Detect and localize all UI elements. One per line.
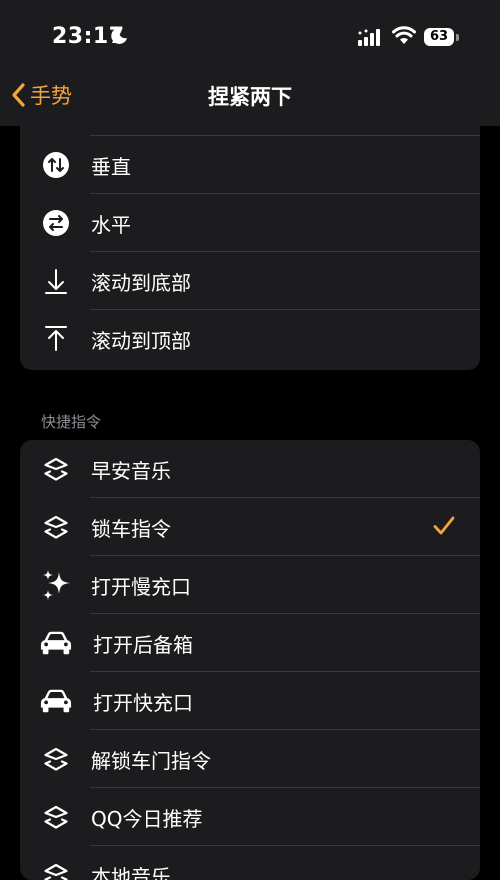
option-vertical[interactable]: 垂直	[20, 136, 480, 194]
shortcut-item-open-fast-charge[interactable]: 打开快充口	[20, 672, 480, 730]
shortcuts-icon	[40, 511, 72, 543]
do-not-disturb-moon-icon	[110, 27, 128, 45]
shortcut-label: 解锁车门指令	[91, 745, 211, 774]
shortcut-item-lock-car[interactable]: 锁车指令	[20, 498, 480, 556]
shortcuts-group: 早安音乐 锁车指令 打开慢充口	[20, 440, 480, 880]
battery-indicator: 63	[424, 28, 454, 46]
shortcut-label: 锁车指令	[91, 513, 171, 542]
option-label: 滚动到顶部	[91, 325, 191, 354]
option-label: 水平	[91, 209, 131, 238]
shortcut-item-morning-music[interactable]: 早安音乐	[20, 440, 480, 498]
shortcuts-icon	[40, 801, 72, 833]
shortcut-label: 本地音乐	[91, 861, 171, 880]
shortcuts-icon	[40, 453, 72, 485]
option-horizontal[interactable]: 水平	[20, 194, 480, 252]
checkmark-icon	[432, 514, 456, 538]
shortcut-item-open-trunk[interactable]: 打开后备箱	[20, 614, 480, 672]
navigation-bar: 手势 捏紧两下	[0, 62, 500, 126]
shortcut-label: 早安音乐	[91, 455, 171, 484]
wifi-icon	[392, 26, 416, 46]
shortcut-label: 打开后备箱	[93, 629, 193, 658]
shortcuts-section-header: 快捷指令	[41, 411, 101, 432]
shortcut-item-local-music[interactable]: 本地音乐	[20, 846, 480, 880]
status-bar: 23:17 63	[0, 0, 500, 62]
option-scroll-to-top[interactable]: 滚动到顶部	[20, 310, 480, 368]
vertical-arrows-icon	[40, 149, 72, 181]
shortcuts-icon	[40, 743, 72, 775]
shortcut-item-qq-recommend[interactable]: QQ今日推荐	[20, 788, 480, 846]
arrow-down-to-line-icon	[40, 265, 72, 297]
cellular-signal-icon	[358, 29, 384, 47]
shortcut-label: 打开慢充口	[91, 571, 191, 600]
option-label: 垂直	[91, 151, 131, 180]
arrow-up-to-line-icon	[40, 323, 72, 355]
shortcut-label: 打开快充口	[93, 687, 193, 716]
battery-tip	[456, 34, 459, 41]
car-icon	[40, 685, 72, 717]
car-icon	[40, 627, 72, 659]
scroll-options-group: 垂直 水平 滚动到底部 滚动到顶部	[20, 126, 480, 370]
sparkles-icon	[40, 569, 72, 601]
option-scroll-to-bottom[interactable]: 滚动到底部	[20, 252, 480, 310]
option-label: 滚动到底部	[91, 267, 191, 296]
horizontal-arrows-icon	[40, 207, 72, 239]
page-title: 捏紧两下	[0, 81, 500, 111]
shortcut-label: QQ今日推荐	[91, 803, 202, 832]
shortcuts-icon	[40, 859, 72, 880]
shortcut-item-unlock-doors[interactable]: 解锁车门指令	[20, 730, 480, 788]
shortcut-item-open-slow-charge[interactable]: 打开慢充口	[20, 556, 480, 614]
